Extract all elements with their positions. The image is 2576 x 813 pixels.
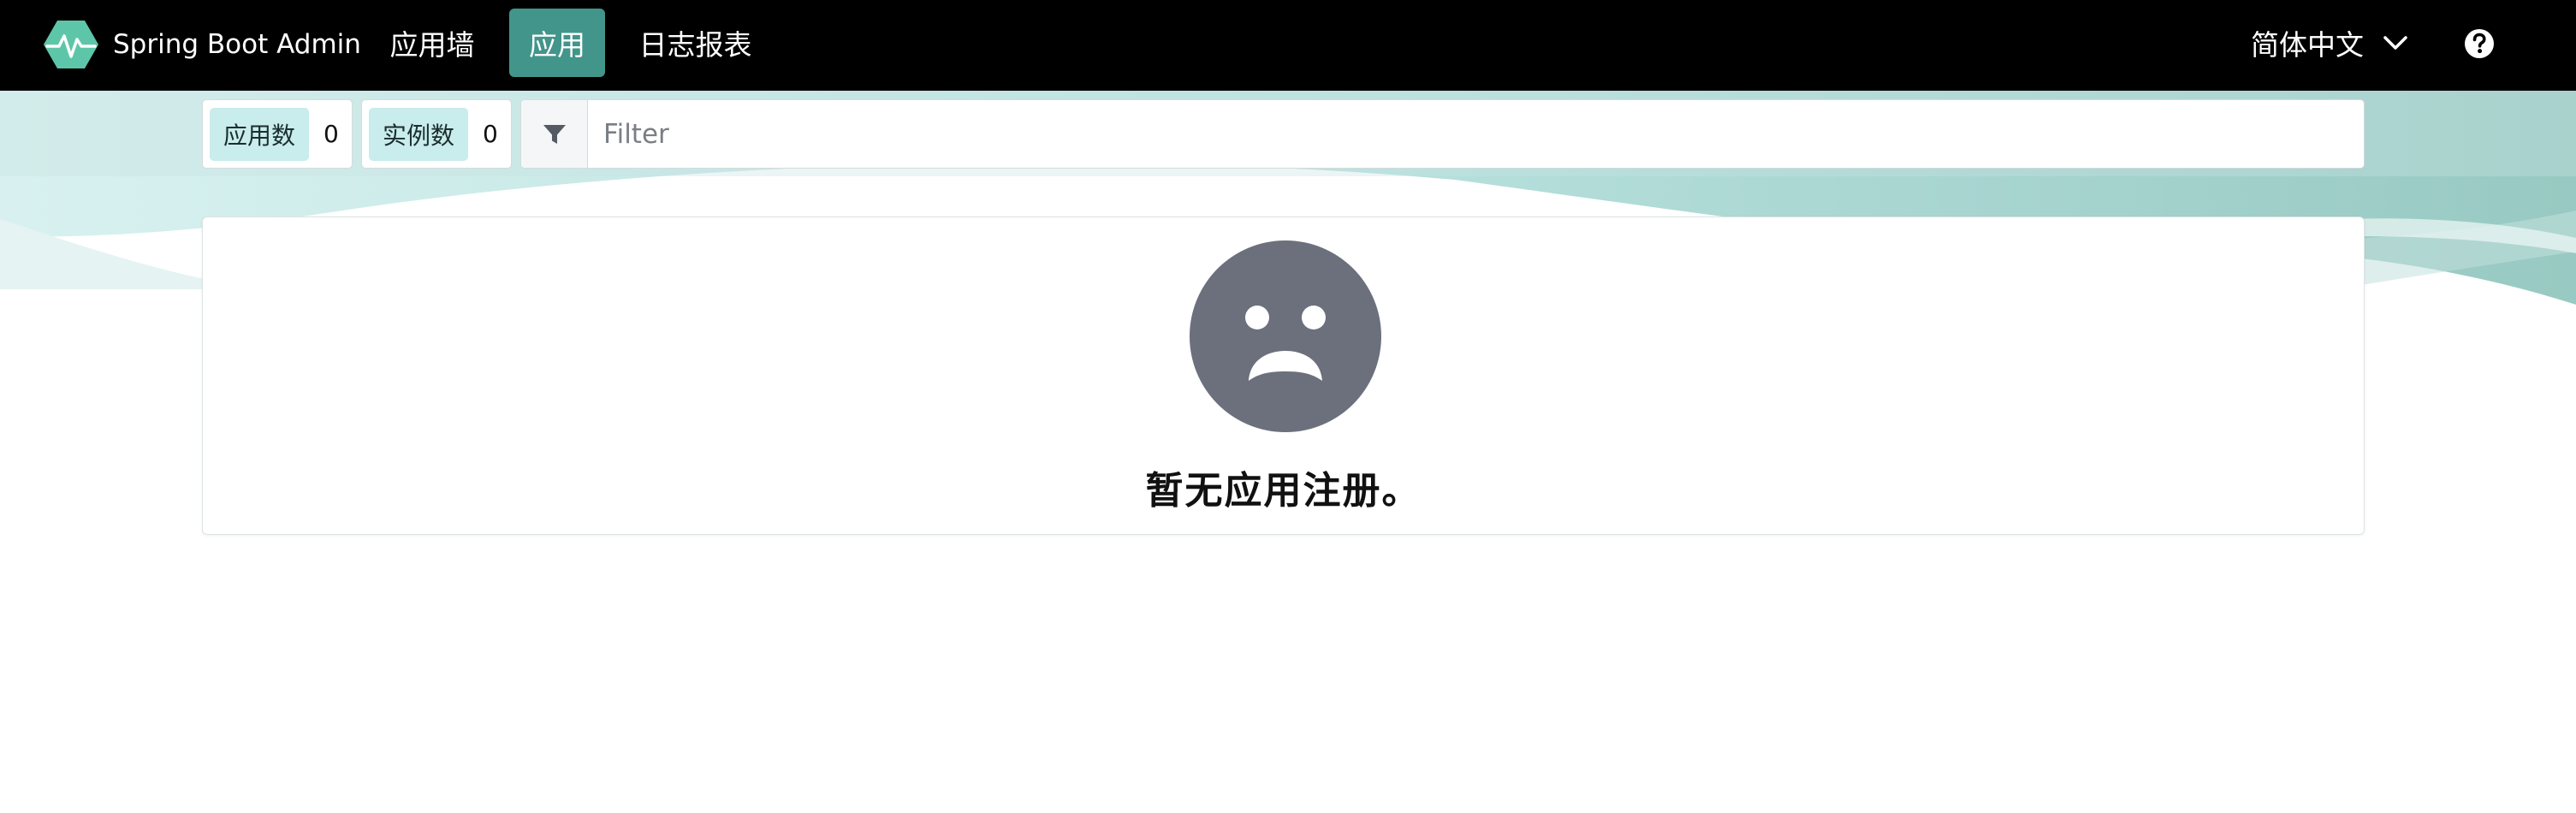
empty-state-card: 暂无应用注册。: [202, 217, 2365, 535]
language-selector[interactable]: 简体中文: [2251, 9, 2408, 77]
sad-face-icon: [1190, 240, 1381, 432]
heartbeat-hexagon-icon: [44, 21, 98, 68]
applications-count-label: 应用数: [210, 107, 310, 161]
nav-application-wall[interactable]: 应用墙: [377, 9, 488, 77]
brand-link[interactable]: Spring Boot Admin: [43, 17, 361, 72]
instances-count: 实例数 0: [361, 99, 512, 169]
empty-state-message: 暂无应用注册。: [1145, 469, 1422, 513]
instances-count-label: 实例数: [369, 107, 469, 161]
applications-count-value: 0: [323, 120, 339, 148]
top-navbar: Spring Boot Admin 应用墙 应用 日志报表 简体中文: [0, 0, 2576, 91]
filter-input[interactable]: [588, 100, 2364, 168]
filter-icon-addon: [521, 100, 588, 168]
brand-name: Spring Boot Admin: [113, 29, 361, 60]
language-label: 简体中文: [2251, 28, 2364, 62]
question-circle-icon[interactable]: [2461, 26, 2497, 62]
filter-bar: [520, 99, 2365, 169]
instances-count-value: 0: [483, 120, 498, 148]
nav-applications[interactable]: 应用: [509, 9, 605, 77]
nav-log-reports[interactable]: 日志报表: [625, 9, 766, 77]
chevron-down-icon: [2383, 36, 2407, 50]
applications-count: 应用数 0: [202, 99, 353, 169]
filter-icon: [543, 124, 566, 144]
